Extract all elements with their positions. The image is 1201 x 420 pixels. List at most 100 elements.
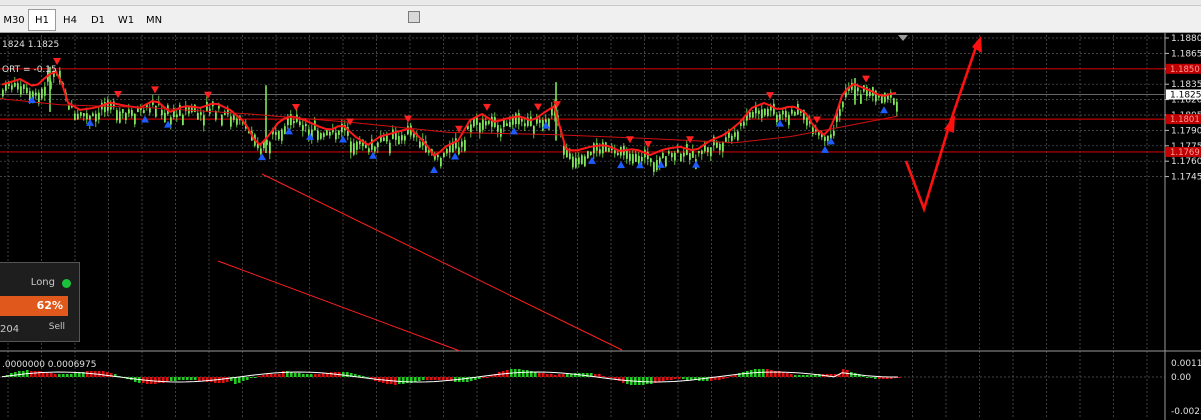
candle-body xyxy=(896,101,898,112)
candle-body xyxy=(572,156,574,168)
histogram-bar xyxy=(610,377,613,378)
histogram-bar xyxy=(874,377,877,379)
candle-body xyxy=(656,159,658,171)
candle-body xyxy=(788,114,790,126)
histogram-bar xyxy=(202,377,205,381)
candle-body xyxy=(260,148,262,155)
candle-body xyxy=(806,117,808,126)
candle-body xyxy=(35,92,37,96)
histogram-bar xyxy=(602,376,605,377)
candle-body xyxy=(701,150,703,155)
candle-body xyxy=(41,88,43,99)
candle-body xyxy=(479,122,481,134)
candle-body xyxy=(590,151,592,155)
histogram-bar xyxy=(434,377,437,380)
histogram-bar xyxy=(538,373,541,377)
candle-body xyxy=(749,112,751,118)
histogram-bar xyxy=(182,377,185,380)
candle-body xyxy=(521,119,523,122)
candle-body xyxy=(326,130,328,136)
candle-body xyxy=(284,126,286,134)
candle-body xyxy=(20,86,22,95)
candle-body xyxy=(275,131,277,135)
candle-body xyxy=(575,157,577,168)
histogram-bar xyxy=(742,372,745,377)
candle-body xyxy=(92,113,94,117)
candle-body xyxy=(602,142,604,154)
candle-body xyxy=(635,153,637,162)
histogram-bar xyxy=(246,377,249,380)
level-price-tag-label: 1.1850 xyxy=(1170,65,1200,75)
candle-body xyxy=(842,101,844,108)
signal-panel: Long 62% 204 Sell xyxy=(0,262,80,342)
candle-body xyxy=(737,131,739,141)
candle-body xyxy=(365,144,367,149)
histogram-bar xyxy=(222,377,225,383)
candle-body xyxy=(764,108,766,116)
histogram-bar xyxy=(670,377,673,380)
candle-body xyxy=(161,109,163,116)
histogram-bar xyxy=(86,371,89,377)
candle-body xyxy=(683,152,685,157)
candle-body xyxy=(386,135,388,142)
level-price-tag-label: 1.1801 xyxy=(1170,115,1200,125)
histogram-bar xyxy=(298,373,301,377)
candle-body xyxy=(731,135,733,141)
histogram-bar xyxy=(798,375,801,377)
histogram-bar xyxy=(190,377,193,380)
timeframe-d1[interactable]: D1 xyxy=(84,9,112,31)
chart-info-line-1: 1824 1.1825 xyxy=(2,40,59,50)
timeframe-w1[interactable]: W1 xyxy=(112,9,140,31)
timeframe-toolbar: M30 H1 H4 D1 W1 MN xyxy=(0,0,1201,33)
candle-body xyxy=(440,157,442,167)
histogram-bar xyxy=(486,377,489,378)
histogram-bar xyxy=(542,373,545,377)
level-price-tag-label: 1.1769 xyxy=(1170,148,1200,158)
candle-body xyxy=(473,118,475,127)
histogram-bar xyxy=(682,377,685,379)
histogram-bar xyxy=(194,377,197,380)
candle-body xyxy=(269,142,271,154)
histogram-bar xyxy=(250,377,253,378)
histogram-bar xyxy=(270,374,273,377)
toolbar-chart-icon[interactable] xyxy=(408,11,420,23)
candle-body xyxy=(302,125,304,131)
timeframe-h1[interactable]: H1 xyxy=(28,9,56,31)
candle-body xyxy=(419,141,421,148)
candle-body xyxy=(674,152,676,161)
candle-body xyxy=(230,116,232,127)
histogram-bar xyxy=(522,370,525,377)
candle-body xyxy=(761,109,763,118)
candle-body xyxy=(857,87,859,92)
candle-body xyxy=(191,107,193,113)
histogram-bar xyxy=(278,374,281,377)
histogram-bar xyxy=(802,375,805,377)
histogram-bar xyxy=(782,372,785,377)
histogram-bar xyxy=(898,377,901,378)
candle-body xyxy=(653,162,655,172)
histogram-bar xyxy=(398,377,401,384)
histogram-bar xyxy=(726,377,729,378)
candle-body xyxy=(182,114,184,126)
candle-body xyxy=(200,112,202,115)
chart-background xyxy=(0,33,1201,420)
candle-body xyxy=(767,108,769,116)
candle-body xyxy=(698,150,700,154)
histogram-bar xyxy=(154,377,157,384)
histogram-bar xyxy=(554,375,557,377)
candle-body xyxy=(116,110,118,121)
candle-body xyxy=(458,147,460,155)
candle-body xyxy=(323,133,325,137)
candle-body xyxy=(86,113,88,120)
histogram-bar xyxy=(786,373,789,377)
timeframe-mn[interactable]: MN xyxy=(140,9,168,31)
long-label: Long xyxy=(30,277,55,288)
timeframe-h4[interactable]: H4 xyxy=(56,9,84,31)
price-chart[interactable]: 1.18801.18651.18501.18351.18201.18051.17… xyxy=(0,33,1201,420)
timeframe-m30[interactable]: M30 xyxy=(0,9,28,31)
histogram-bar xyxy=(790,374,793,377)
candle-body xyxy=(221,114,223,126)
histogram-bar xyxy=(34,371,37,377)
candle-body xyxy=(485,121,487,126)
histogram-bar xyxy=(198,377,201,381)
